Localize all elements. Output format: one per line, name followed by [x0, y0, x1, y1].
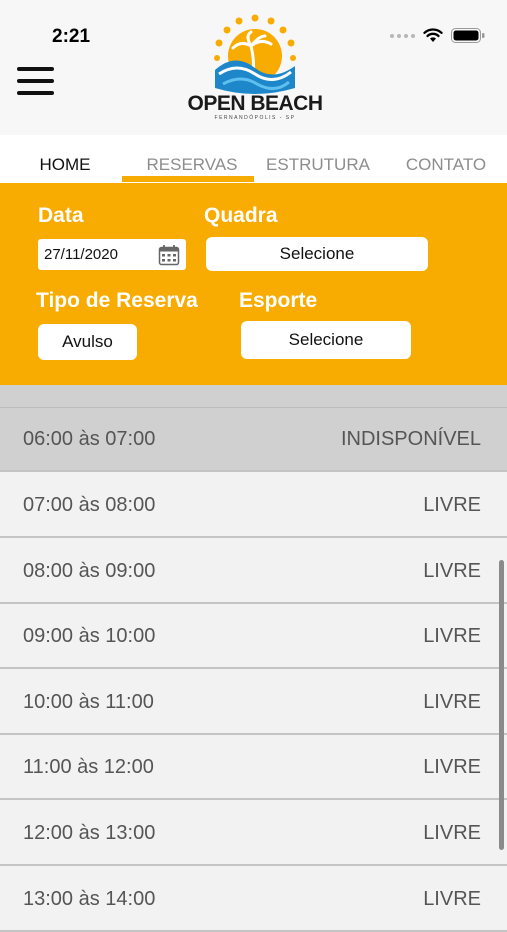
tipo-reserva-select[interactable]: Avulso	[38, 324, 137, 360]
menu-icon[interactable]	[17, 67, 54, 97]
slot-time: 07:00 às 08:00	[23, 494, 156, 516]
list-item[interactable]: 09:00 às 10:00 LIVRE	[0, 605, 507, 669]
open-beach-logo: OPEN BEACH FERNANDÓPOLIS - SP	[185, 10, 325, 125]
list-item[interactable]: 12:00 às 13:00 LIVRE	[0, 802, 507, 866]
tab-home[interactable]: HOME	[34, 155, 96, 175]
list-item[interactable]: 13:00 às 14:00 LIVRE	[0, 868, 507, 932]
wifi-icon	[423, 28, 443, 42]
list-item[interactable]: 11:00 às 12:00 LIVRE	[0, 736, 507, 800]
esporte-select[interactable]: Selecione	[241, 321, 411, 359]
slot-status: LIVRE	[423, 691, 481, 713]
slot-status: LIVRE	[423, 822, 481, 844]
slot-time: 11:00 às 12:00	[23, 756, 154, 778]
battery-icon	[451, 28, 485, 43]
list-item[interactable]: 06:00 às 07:00 INDISPONÍVEL	[0, 408, 507, 472]
status-icons	[390, 28, 485, 43]
tab-bar: HOME RESERVAS ESTRUTURA CONTATO	[0, 135, 507, 183]
list-item[interactable]: 10:00 às 11:00 LIVRE	[0, 671, 507, 735]
logo-subtitle: FERNANDÓPOLIS - SP	[214, 115, 296, 121]
tab-contato[interactable]: CONTATO	[398, 155, 494, 175]
calendar-icon[interactable]	[158, 244, 180, 266]
slot-status: LIVRE	[423, 560, 481, 582]
list-item[interactable]: 07:00 às 08:00 LIVRE	[0, 474, 507, 538]
slot-time: 06:00 às 07:00	[23, 428, 156, 450]
reservation-filters: Data 27/11/2020 Quadra Selecione Tipo de…	[0, 183, 507, 385]
tipo-reserva-label: Tipo de Reserva	[36, 289, 198, 312]
quadra-select[interactable]: Selecione	[206, 237, 428, 271]
esporte-label: Esporte	[239, 289, 318, 312]
slot-time: 09:00 às 10:00	[23, 625, 156, 647]
slot-time: 12:00 às 13:00	[23, 822, 156, 844]
tab-reservas[interactable]: RESERVAS	[138, 155, 246, 175]
slot-time: 10:00 às 11:00	[23, 691, 154, 713]
time-slot-list: 06:00 às 07:00 INDISPONÍVEL 07:00 às 08:…	[0, 385, 507, 932]
signal-icon	[390, 33, 415, 38]
slot-status: LIVRE	[423, 494, 481, 516]
status-time: 2:21	[52, 26, 91, 47]
date-field[interactable]: 27/11/2020	[38, 239, 186, 270]
date-value: 27/11/2020	[44, 246, 118, 263]
logo-title: OPEN BEACH	[187, 92, 323, 115]
sun-wave-icon	[214, 14, 296, 94]
app-header: 2:21 OPEN BEACH FERNANDÓPOLIS - SP	[0, 0, 507, 135]
slot-time: 08:00 às 09:00	[23, 560, 156, 582]
data-label: Data	[38, 204, 84, 227]
list-header	[0, 385, 507, 408]
tab-estrutura[interactable]: ESTRUTURA	[262, 155, 374, 175]
list-item[interactable]: 08:00 às 09:00 LIVRE	[0, 540, 507, 604]
slot-status: LIVRE	[423, 756, 481, 778]
scrollbar[interactable]	[499, 560, 504, 850]
slot-status: LIVRE	[423, 625, 481, 647]
quadra-label: Quadra	[204, 204, 278, 227]
active-tab-indicator	[122, 176, 254, 182]
slot-status: INDISPONÍVEL	[340, 428, 481, 450]
